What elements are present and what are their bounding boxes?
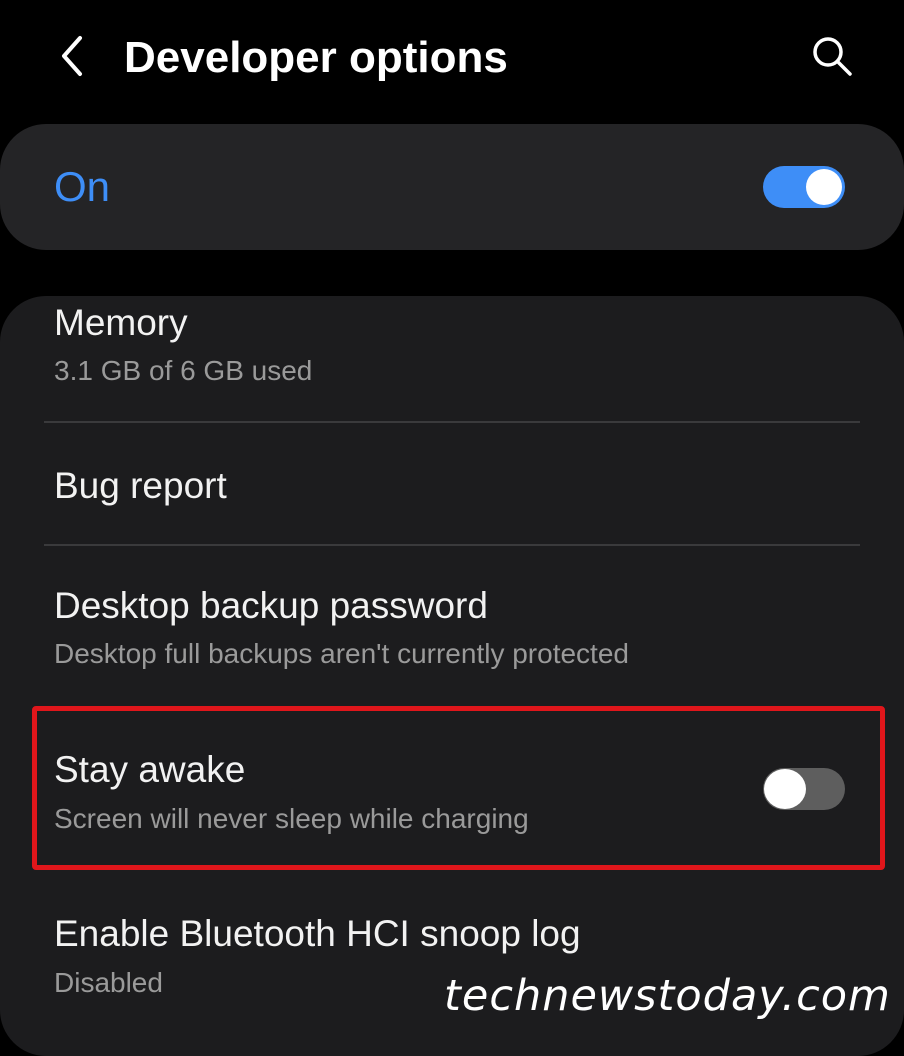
setting-subtitle: Screen will never sleep while charging [54,803,529,834]
master-switch-toggle[interactable] [763,166,845,208]
setting-stay-awake[interactable]: Stay awake Screen will never sleep while… [0,710,904,866]
toggle-knob [764,769,806,809]
setting-title: Stay awake [54,749,246,790]
setting-subtitle: Disabled [54,967,163,998]
setting-subtitle: Desktop full backups aren't currently pr… [54,638,629,669]
page-title: Developer options [124,33,508,82]
setting-title: Desktop backup password [54,585,488,626]
divider [44,544,860,546]
setting-subtitle: 3.1 GB of 6 GB used [54,355,313,386]
master-switch-label: On [54,163,111,210]
setting-bug-report[interactable]: Bug report [0,424,904,544]
stay-awake-toggle[interactable] [763,768,845,810]
app-header: Developer options [0,0,904,120]
toggle-knob [806,169,842,205]
search-icon [813,37,852,76]
setting-title: Bug report [54,465,227,506]
chevron-left-icon [62,36,82,76]
back-button[interactable] [44,26,100,86]
setting-title: Enable Bluetooth HCI snoop log [54,913,581,954]
setting-memory[interactable]: Memory 3.1 GB of 6 GB used [0,296,904,422]
search-button[interactable] [800,26,864,86]
divider [44,421,860,423]
site-watermark: technewstoday.com [444,971,891,1021]
master-switch-card[interactable]: On [0,124,904,250]
setting-title: Memory [54,302,188,343]
setting-desktop-backup-password[interactable]: Desktop backup password Desktop full bac… [0,547,904,697]
